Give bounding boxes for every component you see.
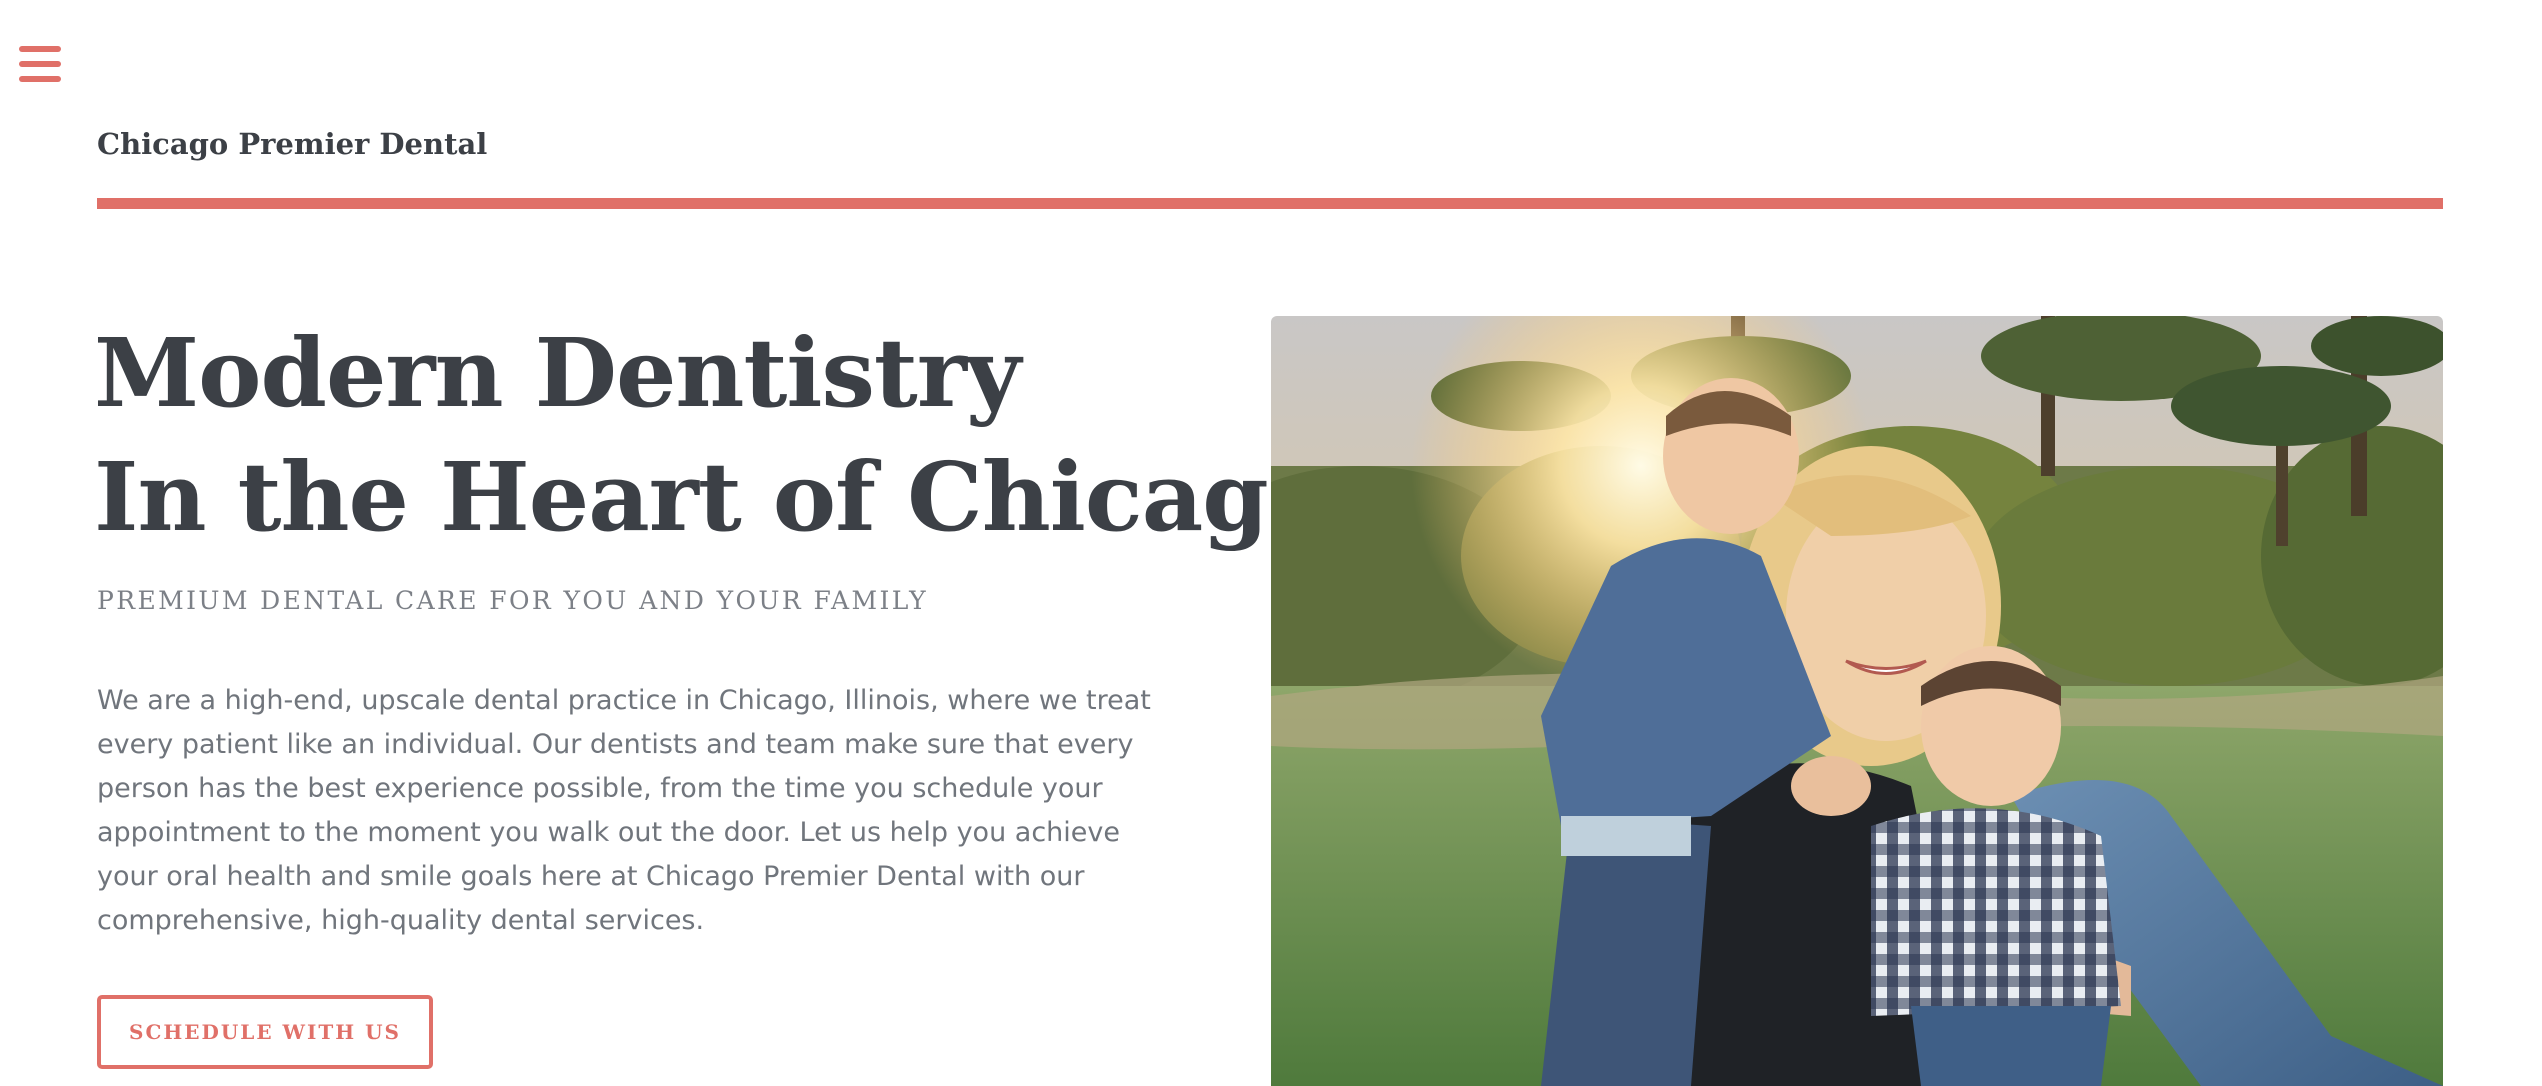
- schedule-button[interactable]: SCHEDULE WITH US: [97, 995, 433, 1069]
- header-divider: [97, 198, 2443, 209]
- hero-description: We are a high-end, upscale dental practi…: [97, 685, 1151, 936]
- hero-heading-line-2: In the Heart of Chicago: [94, 442, 1331, 553]
- menu-bar: [19, 61, 61, 67]
- hero-subtitle: PREMIUM DENTAL CARE FOR YOU AND YOUR FAM…: [97, 586, 929, 615]
- hero-heading-line-1: Modern Dentistry: [94, 318, 1021, 429]
- menu-bar: [19, 76, 61, 82]
- hero-family-photo: [1271, 316, 2443, 1086]
- hero-heading: Modern Dentistry In the Heart of Chicago: [94, 312, 1331, 560]
- menu-bar: [19, 46, 61, 52]
- site-title[interactable]: Chicago Premier Dental: [97, 127, 487, 161]
- hamburger-menu-icon[interactable]: [19, 44, 63, 84]
